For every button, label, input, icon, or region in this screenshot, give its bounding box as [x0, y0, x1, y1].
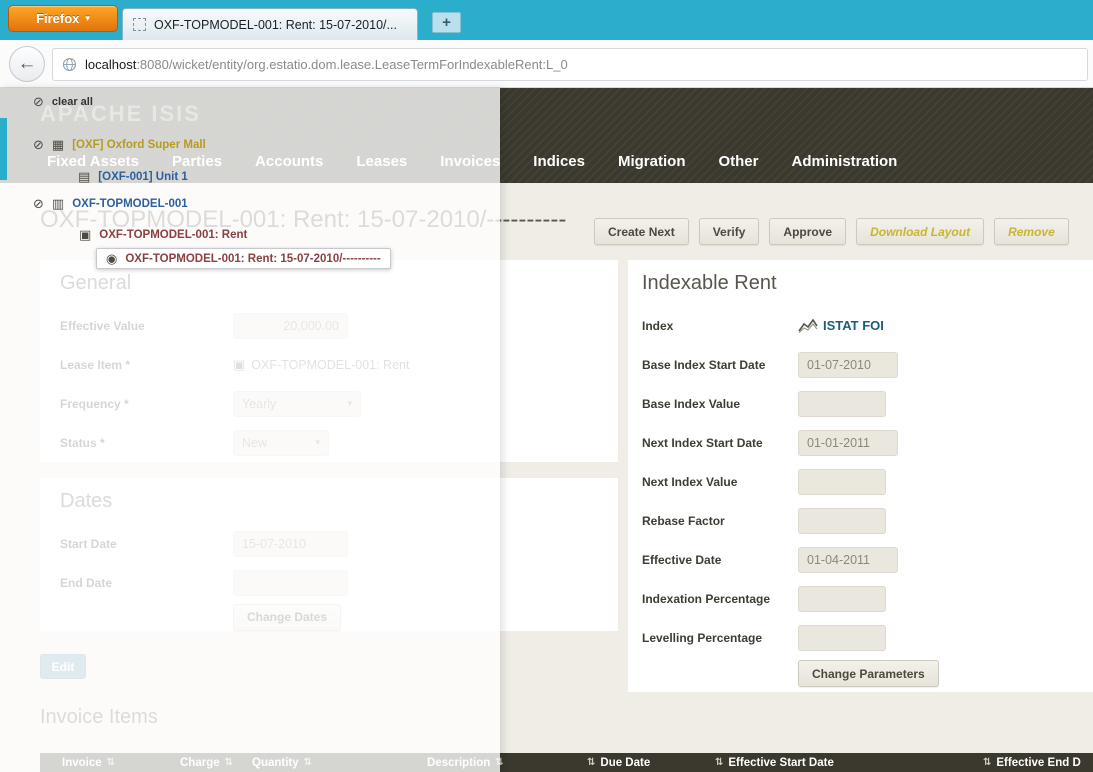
- verify-button[interactable]: Verify: [698, 218, 760, 245]
- rebase-factor-input[interactable]: [798, 507, 886, 534]
- index-reference-link[interactable]: ISTAT FOI: [798, 318, 884, 333]
- action-bar: Create Next Verify Approve Download Layo…: [594, 218, 1069, 245]
- clear-all-label: clear all: [51, 95, 93, 108]
- unit-icon: ▤: [78, 169, 91, 184]
- globe-icon: [62, 57, 77, 72]
- clear-all-icon: ⊘: [33, 94, 44, 109]
- bookmark-item-unit[interactable]: ▤ [OXF-001] Unit 1: [78, 170, 188, 183]
- url-text: localhost:8080/wicket/entity/org.estatio…: [85, 57, 568, 72]
- approve-button[interactable]: Approve: [769, 218, 847, 245]
- remove-button[interactable]: Remove: [994, 218, 1069, 245]
- lease-term-icon: ◉: [106, 251, 118, 266]
- field-label: Index: [642, 318, 674, 333]
- field-label: Indexation Percentage: [642, 591, 771, 606]
- column-header-effective-end-date[interactable]: ⇅ Effective End D: [983, 757, 1093, 769]
- base-index-start-date-input[interactable]: [798, 351, 898, 378]
- tab-title: OXF-TOPMODEL-001: Rent: 15-07-2010/...: [154, 17, 397, 32]
- new-tab-button[interactable]: +: [432, 12, 461, 33]
- sort-icon[interactable]: ⇅: [587, 757, 595, 768]
- field-label: Effective Date: [642, 552, 722, 567]
- overlay-veil: [0, 88, 500, 772]
- create-next-button[interactable]: Create Next: [594, 218, 689, 245]
- indexable-rent-title: Indexable Rent: [642, 272, 777, 294]
- lease-icon: ▥: [51, 196, 65, 211]
- bookmark-item-lease[interactable]: ⊘ ▥ OXF-TOPMODEL-001: [33, 197, 188, 210]
- property-icon: ▦: [51, 137, 65, 152]
- screen: Firefox ▾ OXF-TOPMODEL-001: Rent: 15-07-…: [0, 0, 1093, 772]
- bookmark-label: OXF-TOPMODEL-001: Rent: [99, 228, 248, 241]
- field-label: Base Index Start Date: [642, 357, 766, 372]
- download-layout-button[interactable]: Download Layout: [856, 218, 985, 245]
- column-label: Effective End D: [996, 756, 1081, 769]
- field-label: Next Index Value: [642, 474, 738, 489]
- url-host: localhost: [85, 57, 137, 72]
- browser-tab[interactable]: OXF-TOPMODEL-001: Rent: 15-07-2010/...: [122, 8, 418, 40]
- page-favicon-icon: [133, 18, 146, 31]
- remove-bookmark-icon[interactable]: ⊘: [33, 138, 44, 151]
- bookmark-item-property[interactable]: ⊘ ▦ [OXF] Oxford Super Mall: [33, 138, 206, 151]
- levelling-percentage-row: Levelling Percentage: [642, 618, 1079, 657]
- chevron-down-icon: ▾: [85, 13, 90, 23]
- rebase-factor-row: Rebase Factor: [642, 501, 1079, 540]
- window-edge: [0, 118, 7, 180]
- url-path: :8080/wicket/entity/org.estatio.dom.leas…: [136, 57, 568, 72]
- bookmark-item-lease-item[interactable]: ▣ OXF-TOPMODEL-001: Rent: [79, 228, 247, 241]
- bookmark-clear-all[interactable]: ⊘ clear all: [33, 95, 93, 108]
- column-label: Effective Start Date: [728, 756, 834, 769]
- sort-icon[interactable]: ⇅: [983, 757, 991, 768]
- bookmark-label: [OXF] Oxford Super Mall: [72, 138, 206, 151]
- index-chart-icon: [798, 318, 818, 333]
- browser-navbar: ← localhost:8080/wicket/entity/org.estat…: [0, 40, 1093, 88]
- remove-bookmark-icon[interactable]: ⊘: [33, 197, 44, 210]
- levelling-percentage-input[interactable]: [798, 624, 886, 651]
- indexable-rent-panel: Indexable Rent Index ISTAT FOI Base Inde…: [628, 260, 1093, 692]
- nav-item-indices[interactable]: Indices: [533, 153, 585, 170]
- next-index-start-date-input[interactable]: [798, 429, 898, 456]
- bookmark-item-lease-term[interactable]: ◉ OXF-TOPMODEL-001: Rent: 15-07-2010/---…: [96, 248, 391, 269]
- next-index-value-input[interactable]: [798, 468, 886, 495]
- field-label: Next Index Start Date: [642, 435, 763, 450]
- browser-titlebar: Firefox ▾ OXF-TOPMODEL-001: Rent: 15-07-…: [0, 0, 1093, 40]
- indexation-percentage-input[interactable]: [798, 585, 886, 612]
- bookmark-label: OXF-TOPMODEL-001: [72, 197, 188, 210]
- change-parameters-row: Change Parameters: [642, 657, 1079, 690]
- indexation-percentage-row: Indexation Percentage: [642, 579, 1079, 618]
- index-row: Index ISTAT FOI: [642, 306, 1079, 345]
- next-index-start-date-row: Next Index Start Date: [642, 423, 1079, 462]
- effective-date-row: Effective Date: [642, 540, 1079, 579]
- nav-item-administration[interactable]: Administration: [792, 153, 898, 170]
- nav-item-other[interactable]: Other: [718, 153, 758, 170]
- lease-item-icon: ▣: [79, 227, 92, 242]
- effective-date-input[interactable]: [798, 546, 898, 573]
- change-parameters-button[interactable]: Change Parameters: [798, 660, 939, 687]
- bookmark-label: OXF-TOPMODEL-001: Rent: 15-07-2010/-----…: [125, 252, 381, 265]
- firefox-menu-button[interactable]: Firefox ▾: [8, 5, 118, 32]
- next-index-value-row: Next Index Value: [642, 462, 1079, 501]
- base-index-start-date-row: Base Index Start Date: [642, 345, 1079, 384]
- index-reference-label: ISTAT FOI: [823, 318, 884, 333]
- nav-item-migration[interactable]: Migration: [618, 153, 686, 170]
- base-index-value-input[interactable]: [798, 390, 886, 417]
- sort-icon[interactable]: ⇅: [715, 757, 723, 768]
- field-label: Base Index Value: [642, 396, 741, 411]
- bookmark-label: [OXF-001] Unit 1: [98, 170, 188, 183]
- column-header-due-date[interactable]: ⇅ Due Date: [587, 757, 715, 769]
- url-bar[interactable]: localhost:8080/wicket/entity/org.estatio…: [52, 48, 1088, 81]
- app-viewport: APACHE ISIS Fixed Assets Parties Account…: [0, 88, 1093, 772]
- field-label: Rebase Factor: [642, 513, 725, 528]
- back-button[interactable]: ←: [9, 46, 45, 82]
- firefox-menu-label: Firefox: [36, 11, 80, 26]
- column-label: Due Date: [600, 756, 651, 769]
- field-label: Levelling Percentage: [642, 630, 763, 645]
- base-index-value-row: Base Index Value: [642, 384, 1079, 423]
- column-header-effective-start-date[interactable]: ⇅ Effective Start Date: [715, 757, 983, 769]
